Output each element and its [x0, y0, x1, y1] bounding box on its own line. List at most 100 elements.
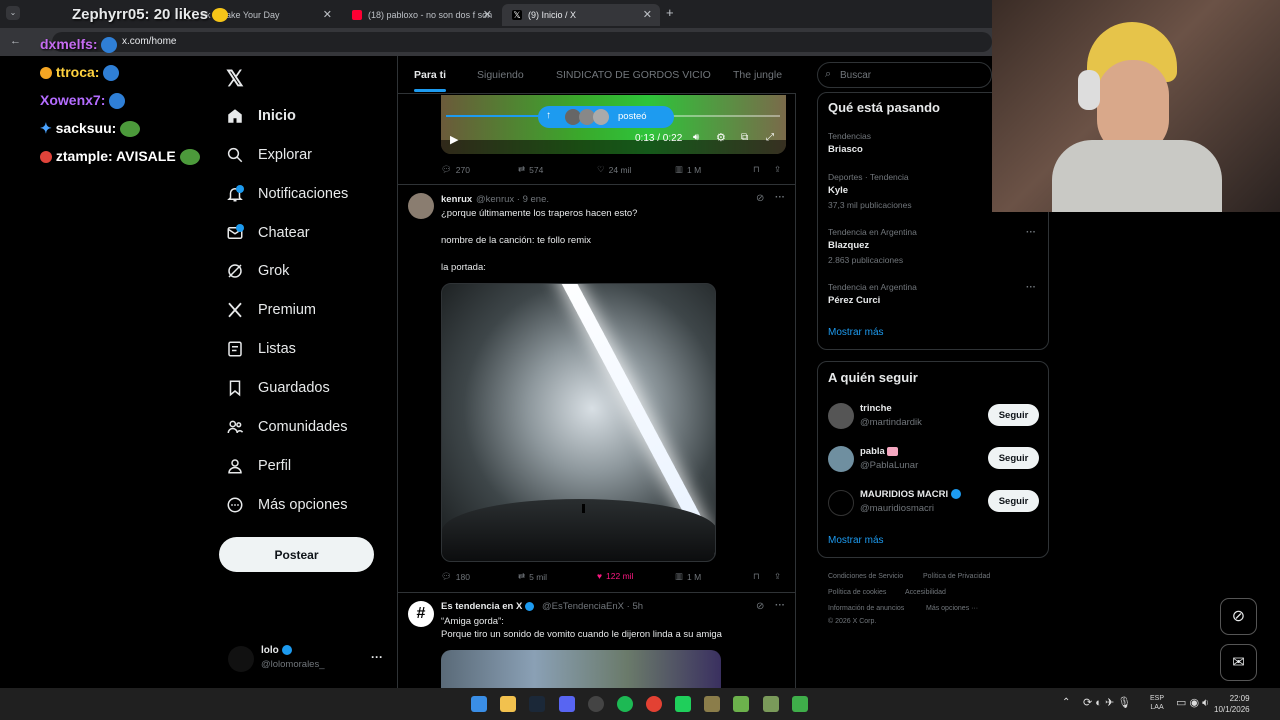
- follow-name[interactable]: pabla: [860, 446, 899, 457]
- tab-search-icon[interactable]: ⌄: [6, 6, 20, 20]
- sidebar-item-explorar[interactable]: Explorar: [226, 143, 312, 167]
- footer-link[interactable]: Política de cookies: [828, 589, 886, 596]
- trend-more-icon[interactable]: ···: [1026, 227, 1036, 238]
- views-button[interactable]: ▥ 1 M: [675, 571, 701, 582]
- avatar[interactable]: [828, 403, 854, 429]
- like-button[interactable]: ♥ 122 mil: [597, 571, 633, 581]
- spotify-icon[interactable]: [617, 696, 633, 712]
- bookmark-icon[interactable]: ⊓: [753, 571, 760, 582]
- post-author[interactable]: Es tendencia en X: [441, 601, 534, 612]
- account-more-icon[interactable]: ···: [371, 650, 383, 664]
- footer-link[interactable]: Condiciones de Servicio: [828, 573, 903, 580]
- app-icon[interactable]: [675, 696, 691, 712]
- bookmark-icon[interactable]: ⊓: [753, 164, 760, 175]
- messages-float-icon[interactable]: ✉: [1220, 644, 1257, 681]
- trend-name[interactable]: Kyle: [828, 185, 848, 196]
- trend-name[interactable]: Pérez Curci: [828, 295, 880, 306]
- follow-button[interactable]: Seguir: [988, 447, 1039, 469]
- close-icon[interactable]: ✕: [323, 8, 332, 21]
- steam-icon[interactable]: [529, 696, 545, 712]
- sidebar-item-listas[interactable]: Listas: [226, 337, 296, 361]
- sidebar-item-notificaciones[interactable]: Notificaciones: [226, 182, 348, 206]
- play-icon[interactable]: ▶: [450, 133, 458, 146]
- close-icon[interactable]: ✕: [483, 8, 492, 21]
- post-image[interactable]: [441, 650, 721, 688]
- start-icon[interactable]: [471, 696, 487, 712]
- file-explorer-icon[interactable]: [500, 696, 516, 712]
- like-button[interactable]: ♡ 24 mil: [597, 164, 631, 175]
- browser-tab[interactable]: (18) pabloxo - no son dos f son ✕: [342, 4, 500, 26]
- discord-icon[interactable]: [559, 696, 575, 712]
- repost-button[interactable]: ⇄ 574: [518, 164, 543, 175]
- avatar[interactable]: [828, 446, 854, 472]
- x-logo-icon[interactable]: 𝕏: [226, 66, 244, 92]
- fullscreen-icon[interactable]: ⤢: [766, 132, 774, 143]
- post-button[interactable]: Postear: [219, 537, 374, 572]
- close-icon[interactable]: ✕: [643, 8, 652, 21]
- address-input[interactable]: x.com/home: [52, 32, 992, 52]
- tab-para-ti[interactable]: Para ti: [414, 69, 447, 92]
- grok-icon[interactable]: ⊘: [756, 601, 764, 612]
- volume-icon[interactable]: 🔊︎: [693, 132, 699, 143]
- more-icon[interactable]: ···: [775, 600, 785, 611]
- follow-button[interactable]: Seguir: [988, 490, 1039, 512]
- grok-float-icon[interactable]: ⊘: [1220, 598, 1257, 635]
- more-icon[interactable]: ···: [775, 192, 785, 203]
- sidebar-item-guardados[interactable]: Guardados: [226, 376, 330, 400]
- minecraft-icon[interactable]: [733, 696, 749, 712]
- sidebar-item-comunidades[interactable]: Comunidades: [226, 415, 347, 439]
- video-player[interactable]: posteó ↑ ▶ 0:13 / 0:22 🔊︎ ⚙ ⧉ ⤢: [441, 95, 786, 154]
- footer-link[interactable]: Política de Privacidad: [923, 573, 990, 580]
- sidebar-item-grok[interactable]: Grok: [226, 259, 289, 283]
- app-icon[interactable]: [792, 696, 808, 712]
- trend-name[interactable]: Briasco: [828, 144, 863, 155]
- share-icon[interactable]: ⇪: [774, 571, 781, 582]
- footer-link[interactable]: Accesibilidad: [905, 589, 946, 596]
- obs-icon[interactable]: [588, 696, 604, 712]
- follow-name[interactable]: MAURIDIOS MACRI: [860, 489, 961, 500]
- avatar[interactable]: [828, 490, 854, 516]
- chrome-icon[interactable]: [646, 696, 662, 712]
- grok-icon[interactable]: ⊘: [756, 193, 764, 204]
- sidebar-item-chatear[interactable]: Chatear: [226, 221, 310, 245]
- sidebar-item-perfil[interactable]: Perfil: [226, 454, 291, 478]
- app-icon[interactable]: [704, 696, 720, 712]
- post-author[interactable]: kenrux: [441, 194, 472, 205]
- footer-link[interactable]: Más opciones ···: [926, 605, 978, 612]
- post-image[interactable]: [441, 283, 716, 562]
- trend-more-icon[interactable]: ···: [1026, 282, 1036, 293]
- network-volume-icons[interactable]: ▭ ◉ 🔉︎: [1176, 696, 1209, 710]
- hashtag-avatar-icon[interactable]: #: [408, 601, 434, 627]
- show-more-link[interactable]: Mostrar más: [828, 327, 884, 338]
- tray-icons[interactable]: ⟳ ◐ ✈ 🎙︎: [1083, 696, 1131, 709]
- tray-chevron-icon[interactable]: ⌃: [1062, 697, 1070, 708]
- tab-sindicato[interactable]: SINDICATO DE GORDOS VICIO: [556, 69, 711, 81]
- views-button[interactable]: ▥ 1 M: [675, 164, 701, 175]
- trend-name[interactable]: Blazquez: [828, 240, 869, 251]
- browser-tab-active[interactable]: 𝕏 (9) Inicio / X ✕: [502, 4, 660, 26]
- repost-button[interactable]: ⇄ 5 mil: [518, 571, 547, 582]
- share-icon[interactable]: ⇪: [774, 164, 781, 175]
- show-more-link[interactable]: Mostrar más: [828, 535, 884, 546]
- sidebar-item-inicio[interactable]: Inicio: [226, 104, 296, 128]
- account-name[interactable]: lolo: [261, 645, 292, 656]
- clock[interactable]: 22:09 10/1/2026: [1214, 693, 1250, 715]
- sidebar-item-más-opciones[interactable]: Más opciones: [226, 493, 347, 517]
- language-indicator[interactable]: ESP LAA: [1150, 694, 1164, 712]
- avatar[interactable]: [408, 193, 434, 219]
- new-tab-icon[interactable]: +: [666, 5, 674, 20]
- tab-the-jungle[interactable]: The jungle: [733, 69, 782, 81]
- pip-icon[interactable]: ⧉: [741, 132, 748, 143]
- follow-name[interactable]: trinche: [860, 403, 892, 414]
- sidebar-item-premium[interactable]: Premium: [226, 298, 316, 322]
- reply-button[interactable]: 💬︎ 270: [441, 164, 470, 175]
- avatar[interactable]: [228, 646, 254, 672]
- minecraft-icon[interactable]: [763, 696, 779, 712]
- settings-icon[interactable]: ⚙: [716, 131, 726, 144]
- footer-link[interactable]: Información de anuncios: [828, 605, 904, 612]
- search-input[interactable]: Buscar: [817, 62, 992, 88]
- back-icon[interactable]: ←: [10, 35, 21, 47]
- reply-button[interactable]: 💬︎ 180: [441, 571, 470, 582]
- tab-siguiendo[interactable]: Siguiendo: [477, 69, 524, 81]
- follow-button[interactable]: Seguir: [988, 404, 1039, 426]
